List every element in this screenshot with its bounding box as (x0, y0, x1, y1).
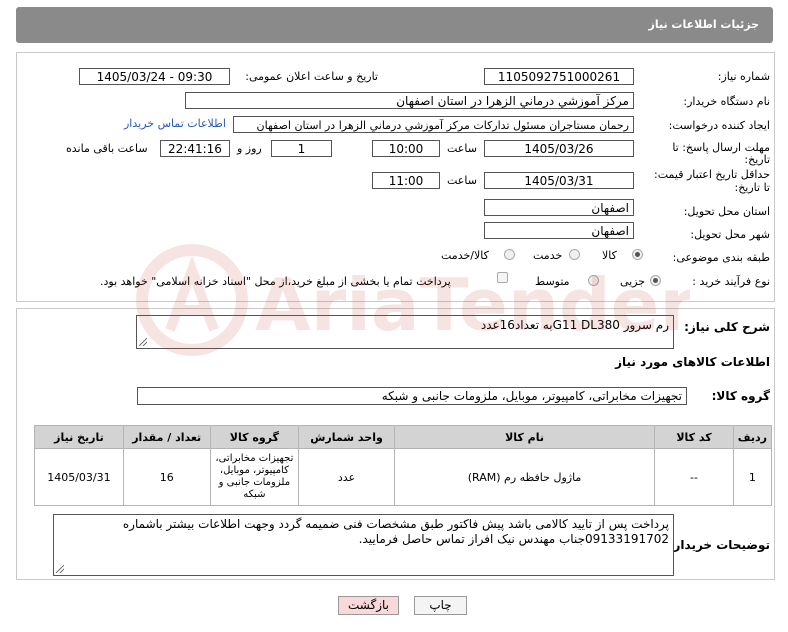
col-qty: تعداد / مقدار (122, 425, 211, 449)
category-label: طبقه بندی موضوعی: (672, 251, 770, 264)
page-title: جزئیات اطلاعات نیاز (648, 18, 760, 31)
cell-qty: 16 (122, 448, 211, 506)
validity-label: حداقل تاریخ اعتبار قیمت: (654, 168, 770, 181)
remaining-time-field[interactable]: 22:41:16 (160, 140, 230, 157)
goods-section-title: اطلاعات کالاهای مورد نیاز (615, 355, 770, 369)
col-date: تاریخ نیاز (34, 425, 124, 449)
back-button[interactable]: بازگشت (338, 596, 399, 615)
process-option-medium: متوسط (535, 275, 570, 288)
process-radio-medium[interactable] (588, 275, 599, 286)
deadline-label-2: تاریخ: (744, 153, 770, 166)
resize-handle-icon[interactable] (139, 338, 147, 346)
col-group: گروه کالا (209, 425, 300, 449)
cell-row: 1 (732, 448, 773, 506)
validity-label-2: تا تاریخ: (734, 181, 770, 194)
remaining-days-field[interactable]: 1 (271, 140, 332, 157)
category-option-service: خدمت (533, 249, 563, 262)
creator-label: ایجاد کننده درخواست: (668, 119, 770, 132)
buyer-field[interactable]: مرکز آموزشي درماني الزهرا در استان اصفها… (185, 92, 634, 109)
city-label: شهر محل تحویل: (690, 228, 770, 241)
buyer-notes-label: توضیحات خریدار: (668, 538, 770, 552)
col-unit: واحد شمارش (298, 425, 395, 449)
remaining-label: ساعت باقی مانده (66, 142, 148, 155)
announce-datetime-field[interactable]: 1405/03/24 - 09:30 (79, 68, 230, 85)
validity-time-label: ساعت (447, 174, 477, 187)
buyer-notes-textarea[interactable]: پرداخت پس از تایید کالامی باشد پیش فاکتو… (53, 514, 674, 576)
province-field[interactable]: اصفهان (484, 199, 634, 216)
cell-date: 1405/03/31 (34, 448, 124, 506)
category-option-goods: کالا (602, 249, 617, 262)
category-radio-service[interactable] (569, 249, 580, 260)
treasury-checkbox[interactable] (497, 272, 508, 283)
deadline-time-field[interactable]: 10:00 (372, 140, 440, 157)
process-radio-minor[interactable] (650, 275, 661, 286)
days-label: روز و (237, 142, 262, 155)
buyer-notes-text: پرداخت پس از تایید کالامی باشد پیش فاکتو… (122, 517, 669, 546)
validity-time-field[interactable]: 11:00 (372, 172, 440, 189)
cell-group: تجهیزات مخابراتی، کامپیوتر، موبایل، ملزو… (209, 448, 300, 506)
city-field[interactable]: اصفهان (484, 222, 634, 239)
category-radio-goods[interactable] (632, 249, 643, 260)
validity-date-field[interactable]: 1405/03/31 (484, 172, 634, 189)
buyer-label: نام دستگاه خریدار: (683, 95, 770, 108)
process-label: نوع فرآیند خرید : (692, 275, 770, 288)
province-label: استان محل تحویل: (683, 205, 770, 218)
page-header: جزئیات اطلاعات نیاز (16, 7, 773, 43)
cell-code: -- (654, 448, 734, 506)
category-radio-goods-service[interactable] (504, 249, 515, 260)
buyer-contact-link[interactable]: اطلاعات تماس خریدار (124, 117, 226, 130)
category-option-goods-service: کالا/خدمت (441, 249, 489, 262)
table-row[interactable]: 1 -- ماژول حافظه رم (RAM) عدد تجهیزات مخ… (34, 448, 773, 506)
deadline-date-field[interactable]: 1405/03/26 (484, 140, 634, 157)
treasury-note: پرداخت تمام یا بخشی از مبلغ خرید،از محل … (100, 275, 451, 288)
col-code: کد کالا (654, 425, 734, 449)
goods-table: ردیف کد کالا نام کالا واحد شمارش گروه کا… (34, 425, 773, 506)
goods-group-label: گروه کالا: (711, 389, 770, 403)
col-name: نام کالا (393, 425, 656, 449)
creator-field[interactable]: رحمان مستاجران مسئول تدارکات مرکز آموزشي… (233, 116, 634, 133)
need-number-label: شماره نیاز: (717, 70, 770, 83)
description-label: شرح کلی نیاز: (684, 320, 770, 334)
deadline-time-label: ساعت (447, 142, 477, 155)
description-text: رم سرور G11 DL380به تعداد16عدد (480, 318, 669, 332)
process-option-minor: جزیی (620, 275, 646, 288)
cell-unit: عدد (298, 448, 395, 506)
goods-group-field[interactable]: تجهیزات مخابراتی، کامپیوتر، موبایل، ملزو… (137, 387, 687, 405)
cell-name: ماژول حافظه رم (RAM) (393, 448, 656, 506)
goods-table-header: ردیف کد کالا نام کالا واحد شمارش گروه کا… (34, 425, 773, 449)
need-number-field[interactable]: 1105092751000261 (484, 68, 634, 85)
description-textarea[interactable]: رم سرور G11 DL380به تعداد16عدد (136, 315, 674, 349)
print-button[interactable]: چاپ (414, 596, 467, 615)
announce-label: تاریخ و ساعت اعلان عمومی: (245, 70, 378, 83)
resize-handle-icon[interactable] (56, 565, 64, 573)
col-row: ردیف (732, 425, 773, 449)
